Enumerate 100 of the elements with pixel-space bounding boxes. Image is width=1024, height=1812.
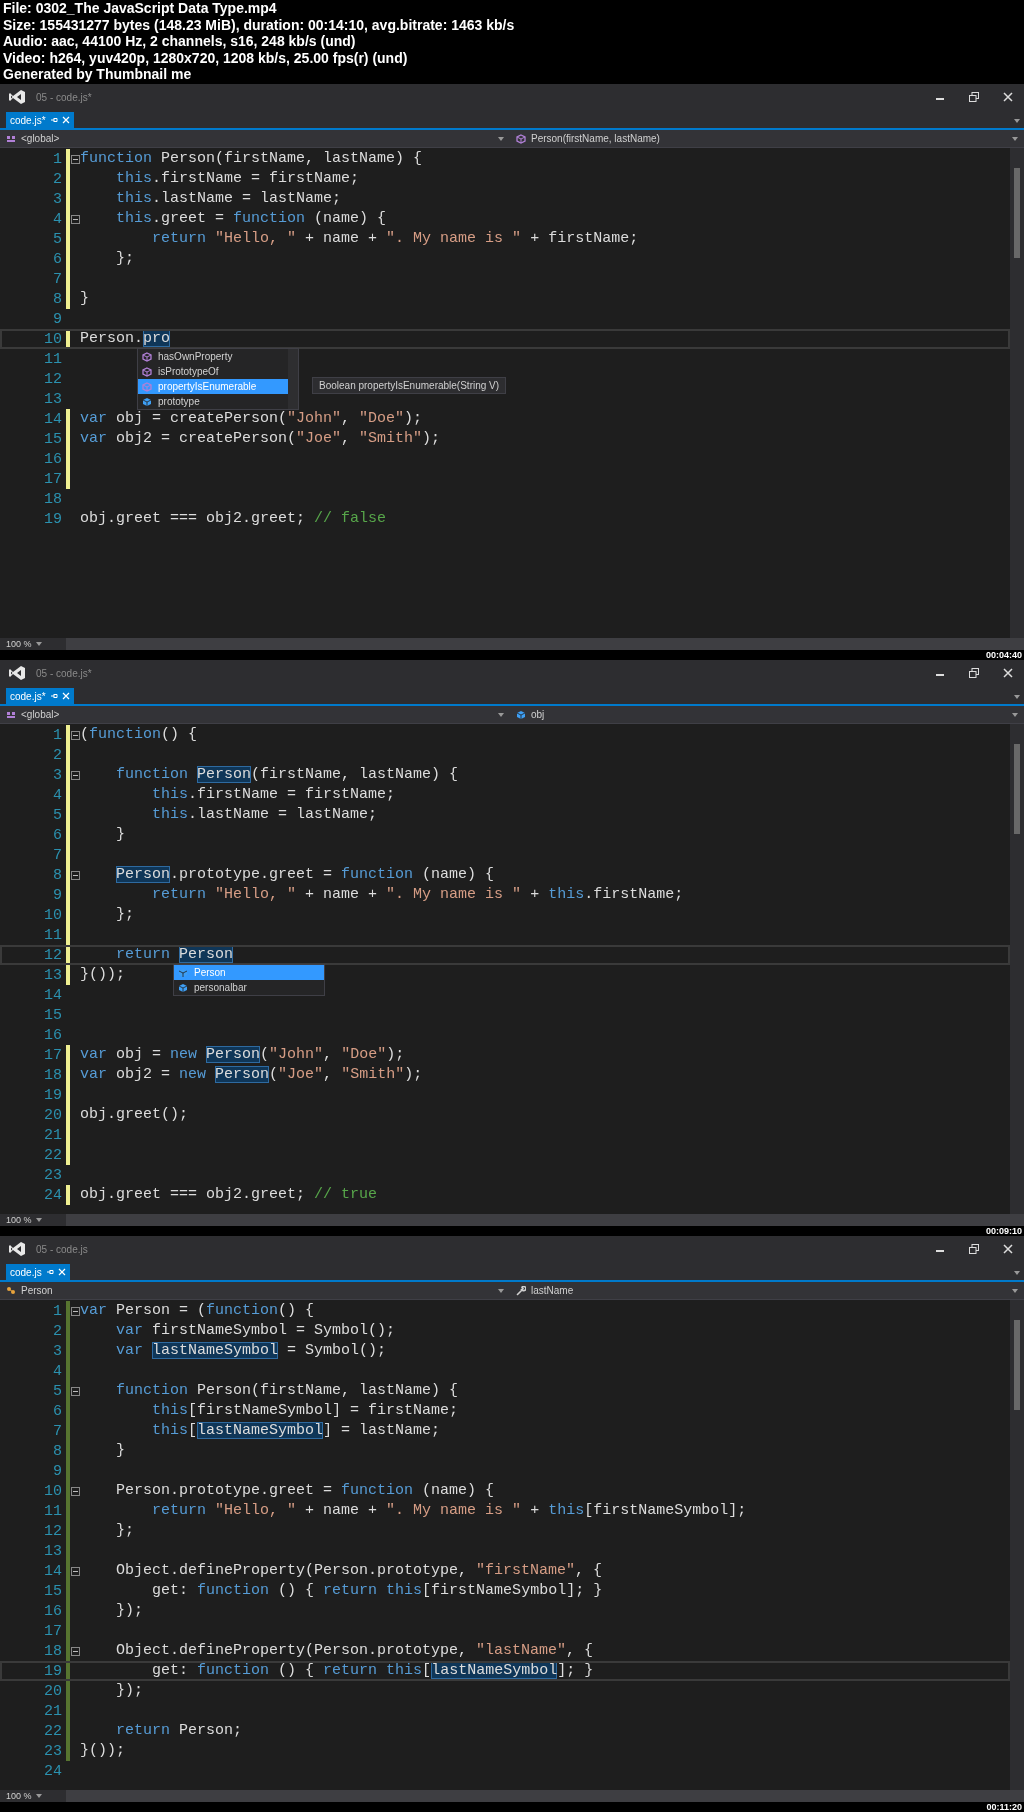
dropdown-arrow-icon[interactable] <box>35 642 42 646</box>
horizontal-scrollbar[interactable] <box>65 1790 1024 1802</box>
restore-icon[interactable] <box>968 91 980 103</box>
line-number: 14 <box>43 1562 63 1580</box>
file-tab[interactable]: code.js <box>6 1264 70 1280</box>
cube-icon <box>516 709 526 720</box>
vertical-scrollbar[interactable] <box>1010 148 1024 638</box>
line-number: 17 <box>43 1622 63 1640</box>
code-line: return "Hello, " + name + ". My name is " + this.firstName; <box>151 886 684 904</box>
collapse-icon[interactable] <box>70 870 80 880</box>
horizontal-scrollbar[interactable] <box>65 1214 1024 1226</box>
timestamp: 00:11:20 <box>986 1802 1022 1812</box>
completion-item[interactable]: personalbar <box>174 980 324 995</box>
collapse-icon[interactable] <box>70 1386 80 1396</box>
code-line: this.greet = function (name) { <box>115 210 387 228</box>
cube-icon <box>178 982 188 993</box>
code-line: var firstNameSymbol = Symbol(); <box>115 1322 396 1340</box>
collapse-icon[interactable] <box>70 214 80 224</box>
line-number: 19 <box>43 510 63 528</box>
collapse-icon[interactable] <box>70 1566 80 1576</box>
scope-dropdown[interactable]: <global> <box>0 130 510 147</box>
window-title: 05 - code.js* <box>36 667 93 679</box>
file-info-line: Audio: aac, 44100 Hz, 2 channels, s16, 248 kb/s (und) <box>3 33 357 50</box>
dropdown-arrow-icon[interactable] <box>1014 119 1020 123</box>
line-number: 2 <box>52 170 63 188</box>
wrench-icon <box>516 1285 526 1296</box>
line-number: 6 <box>52 1402 63 1420</box>
line-number: 20 <box>43 1106 63 1124</box>
line-number: 12 <box>43 370 63 388</box>
collapse-icon[interactable] <box>70 154 80 164</box>
dropdown-arrow-icon[interactable] <box>1012 712 1018 717</box>
code-line: function Person(firstName, lastName) { <box>115 766 459 784</box>
line-number: 22 <box>43 1146 63 1164</box>
member-dropdown[interactable]: lastName <box>510 1282 1024 1299</box>
line-number: 7 <box>52 270 63 288</box>
dropdown-arrow-icon[interactable] <box>1012 136 1018 141</box>
completion-item[interactable]: prototype <box>138 394 288 409</box>
code-line: function Person(firstName, lastName) { <box>80 150 423 168</box>
line-number: 14 <box>43 410 63 428</box>
dropdown-arrow-icon[interactable] <box>1012 1288 1018 1293</box>
scope-dropdown[interactable]: <global> <box>0 706 510 723</box>
collapse-icon[interactable] <box>70 1306 80 1316</box>
zoom-level[interactable]: 100 % <box>6 639 32 649</box>
completion-item[interactable]: isPrototypeOf <box>138 364 288 379</box>
code-line: this.lastName = lastName; <box>151 806 378 824</box>
pin-icon[interactable] <box>45 1268 54 1276</box>
collapse-icon[interactable] <box>70 1486 80 1496</box>
code-line: }; <box>115 1522 135 1540</box>
file-tab[interactable]: code.js* <box>6 688 74 704</box>
code-line: this[firstNameSymbol] = firstName; <box>151 1402 459 1420</box>
namespace-icon <box>6 133 16 144</box>
window-title: 05 - code.js <box>36 1243 89 1255</box>
restore-icon[interactable] <box>968 1243 980 1255</box>
dropdown-arrow-icon[interactable] <box>35 1218 42 1222</box>
code-line: Object.defineProperty(Person.prototype, "firstName", { <box>115 1562 603 1580</box>
member-dropdown[interactable]: Person(firstName, lastName) <box>510 130 1024 147</box>
code-line: }; <box>115 250 135 268</box>
pin-icon[interactable] <box>49 116 58 124</box>
restore-icon[interactable] <box>968 667 980 679</box>
member-dropdown[interactable]: obj <box>510 706 1024 723</box>
collapse-icon[interactable] <box>70 1646 80 1656</box>
code-line: return "Hello, " + name + ". My name is " + this[firstNameSymbol]; <box>151 1502 747 1520</box>
code-line: this.firstName = firstName; <box>151 786 396 804</box>
dropdown-arrow-icon[interactable] <box>498 712 504 717</box>
dropdown-arrow-icon[interactable] <box>498 136 504 141</box>
close-icon[interactable] <box>1002 91 1014 103</box>
scrollbar[interactable] <box>288 349 298 409</box>
line-number: 4 <box>52 210 63 228</box>
vertical-scrollbar[interactable] <box>1010 1300 1024 1790</box>
completion-item[interactable]: hasOwnProperty <box>138 349 288 364</box>
scope-dropdown[interactable]: Person <box>0 1282 510 1299</box>
collapse-icon[interactable] <box>70 730 80 740</box>
code-line: var lastNameSymbol = Symbol(); <box>115 1342 387 1360</box>
line-number: 10 <box>43 906 63 924</box>
code-line: get: function () { return this[lastNameSymbol]; } <box>151 1662 594 1680</box>
close-icon[interactable] <box>1002 667 1014 679</box>
file-tab[interactable]: code.js* <box>6 112 74 128</box>
timestamp: 00:09:10 <box>985 1226 1022 1236</box>
dropdown-arrow-icon[interactable] <box>1014 695 1020 699</box>
dropdown-arrow-icon[interactable] <box>1014 1271 1020 1275</box>
zoom-level[interactable]: 100 % <box>6 1791 32 1801</box>
code-line: }); <box>115 1682 144 1700</box>
line-number: 3 <box>52 190 63 208</box>
close-icon[interactable] <box>1002 1243 1014 1255</box>
class-icon <box>6 1285 16 1296</box>
line-number: 21 <box>43 1702 63 1720</box>
collapse-icon[interactable] <box>70 770 80 780</box>
vertical-scrollbar[interactable] <box>1010 724 1024 1214</box>
line-number: 3 <box>52 1342 63 1360</box>
dropdown-arrow-icon[interactable] <box>498 1288 504 1293</box>
pin-icon[interactable] <box>49 692 58 700</box>
code-line: Person.prototype.greet = function (name) { <box>115 1482 495 1500</box>
code-line: }()); <box>80 1742 125 1760</box>
dropdown-arrow-icon[interactable] <box>35 1794 42 1798</box>
line-number: 16 <box>43 450 63 468</box>
horizontal-scrollbar[interactable] <box>65 638 1024 650</box>
line-number: 6 <box>52 826 63 844</box>
line-number: 13 <box>43 390 63 408</box>
infinity-logo-icon <box>8 89 26 105</box>
zoom-level[interactable]: 100 % <box>6 1215 32 1225</box>
